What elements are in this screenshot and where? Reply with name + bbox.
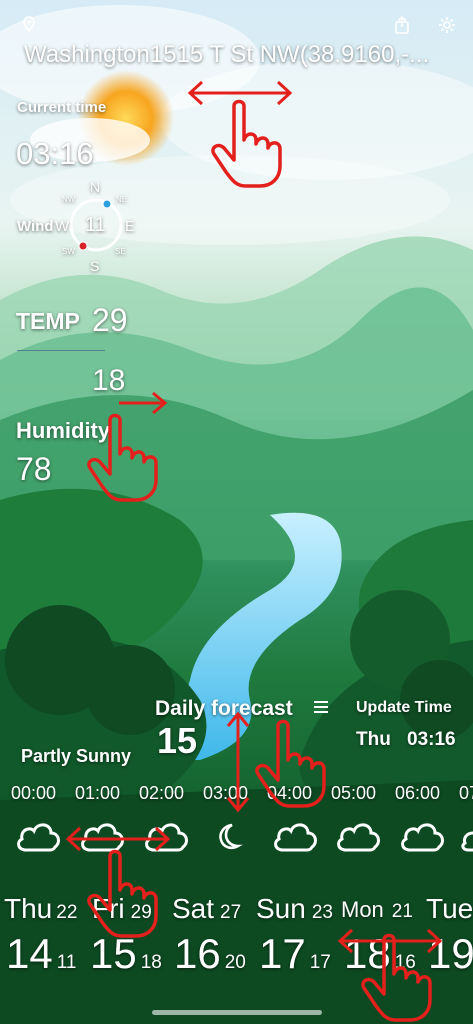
day-name: Mon 21 <box>341 897 413 922</box>
daily-forecast-value: 15 <box>157 720 198 761</box>
compass-sw-dot <box>78 241 88 251</box>
day-high: 16 20 <box>174 930 246 977</box>
hour-label: 00:00 <box>11 783 57 803</box>
current-time-label: Current time <box>17 99 107 116</box>
hour-label: 04:00 <box>267 783 313 803</box>
temp-divider <box>17 350 105 351</box>
cloud-icon <box>461 831 473 852</box>
day-high: 18 16 <box>344 930 416 977</box>
day-date: 29 <box>130 902 152 923</box>
cloud-icon <box>401 823 444 852</box>
location-pin-icon[interactable] <box>22 16 36 37</box>
day-low: 18 <box>140 952 162 973</box>
cloud-icon <box>17 823 60 852</box>
compass-ne: NE <box>116 195 128 204</box>
compass-s: S <box>90 258 100 274</box>
temp-high: 29 <box>92 302 128 338</box>
hour-label: 03:00 <box>203 783 249 803</box>
update-time-label: Update Time <box>356 699 452 716</box>
cloud-icon <box>337 823 380 852</box>
cloud-icon <box>145 823 188 852</box>
update-day: Thu <box>356 729 391 750</box>
temp-low: 18 <box>92 364 126 397</box>
day-high: 19 <box>428 930 473 977</box>
wind-speed: 11 <box>85 214 106 236</box>
compass-e: E <box>125 218 136 235</box>
share-icon[interactable] <box>392 15 412 35</box>
hamburger-menu-icon[interactable] <box>314 700 328 718</box>
temp-label: TEMP <box>16 308 80 334</box>
humidity-value: 78 <box>16 451 52 487</box>
update-time: 03:16 <box>407 729 456 750</box>
day-date: 27 <box>220 902 242 923</box>
cloud-icon <box>274 823 317 852</box>
weather-condition: Partly Sunny <box>21 746 132 766</box>
hour-label: 06:00 <box>395 783 441 803</box>
hour-label: 05:00 <box>331 783 377 803</box>
day-name: Tue <box>426 893 473 924</box>
day-high: 15 18 <box>90 930 162 977</box>
cloud-icon <box>81 823 124 852</box>
day-low: 17 <box>309 952 331 973</box>
hour-label: 01:00 <box>75 783 121 803</box>
day-low: 20 <box>224 952 246 973</box>
compass-se: SE <box>115 247 126 256</box>
day-date: 22 <box>56 902 78 923</box>
daily-forecast-label[interactable]: Daily forecast <box>155 697 293 721</box>
wind-compass: N NE NW W 11 E SW SE S <box>52 178 140 274</box>
day-date: 21 <box>391 901 413 922</box>
compass-n: N <box>90 179 101 195</box>
compass-ne-dot <box>102 199 112 209</box>
day-high: 17 17 <box>259 930 331 977</box>
gear-icon[interactable] <box>437 15 457 35</box>
moon-icon <box>219 823 243 850</box>
compass-nw: NW <box>62 195 76 204</box>
day-name: Thu 22 <box>4 893 78 924</box>
day-low: 11 <box>56 952 77 973</box>
day-name: Fri 29 <box>92 893 152 924</box>
day-date: 23 <box>311 902 333 923</box>
wind-label: Wind <box>17 218 54 235</box>
day-low: 16 <box>394 952 416 973</box>
day-high: 14 11 <box>6 930 77 977</box>
day-name: Sat 27 <box>172 893 242 924</box>
location-title[interactable]: Washington1515 T St NW(38.9160,-... <box>24 41 429 69</box>
compass-w: W <box>55 218 70 235</box>
home-indicator[interactable] <box>152 1010 322 1015</box>
current-time-value: 03:16 <box>16 136 94 171</box>
humidity-label: Humidity <box>16 418 111 443</box>
hour-label: 07 <box>459 783 473 803</box>
day-name: Sun 23 <box>256 893 333 924</box>
compass-sw: SW <box>62 247 75 256</box>
hour-label: 02:00 <box>139 783 185 803</box>
